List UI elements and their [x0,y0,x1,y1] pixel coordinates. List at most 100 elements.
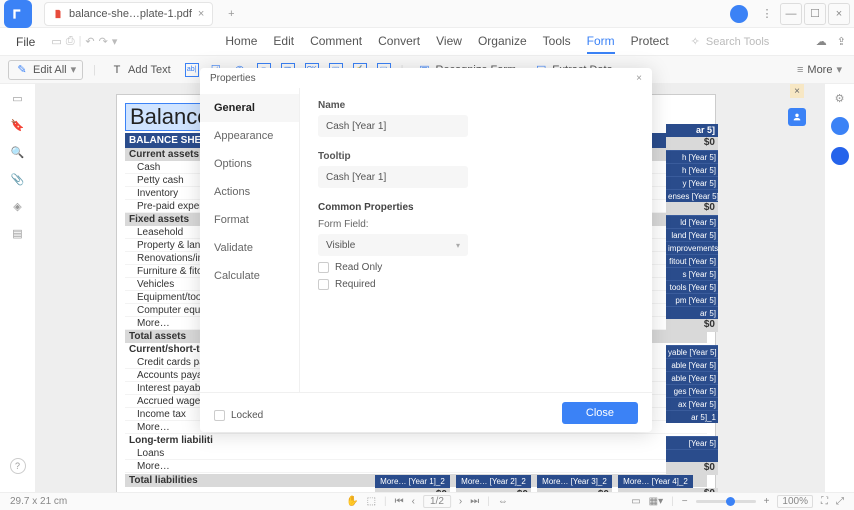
dialog-title: Properties [210,73,256,84]
next-page-icon[interactable]: › [459,496,462,507]
zoom-level[interactable]: 100% [777,495,813,508]
add-tab-button[interactable]: + [221,4,241,24]
right-sidebar: ⚙ [824,84,854,492]
settings-icon[interactable]: ⚙ [835,92,845,105]
close-window-button[interactable]: × [828,3,850,25]
prev-page-icon[interactable]: ‹ [412,496,415,507]
read-only-checkbox[interactable]: Read Only [318,262,634,273]
tab-protect[interactable]: Protect [631,30,669,54]
file-menu[interactable]: File [8,35,43,49]
locked-checkbox[interactable]: Locked [214,410,263,421]
search-tools[interactable]: ✧ Search Tools [691,35,770,48]
tab-comment[interactable]: Comment [310,30,362,54]
minimize-button[interactable]: — [780,3,802,25]
section-long-liab: Long-term liabiliti [125,434,707,447]
tab-tools[interactable]: Tools [543,30,571,54]
ai-icon[interactable] [831,117,849,135]
close-tab-icon[interactable]: × [198,8,204,20]
maximize-button[interactable]: ☐ [804,3,826,25]
prop-tab-actions[interactable]: Actions [200,178,299,206]
chevron-down-icon: ▾ [836,63,842,76]
hamburger-icon: ≡ [797,64,803,76]
more-fields-row: More… [Year 1]_2 More… [Year 2]_2 More… … [375,475,693,488]
menu-tabs: Home Edit Comment Convert View Organize … [225,30,668,54]
text-icon: T [110,63,124,77]
pencil-icon: ✎ [15,63,29,77]
layers-icon[interactable]: ◈ [13,200,21,213]
last-page-icon[interactable]: ⏭ [470,496,479,507]
prop-tab-general[interactable]: General [200,94,299,122]
dialog-close-icon[interactable]: × [636,73,642,84]
alert-close-icon[interactable]: × [790,84,804,98]
tab-edit[interactable]: Edit [273,30,294,54]
zoom-slider[interactable] [696,500,756,503]
visibility-select[interactable]: Visible ▾ [318,234,468,256]
fields-icon[interactable]: ▤ [12,227,22,240]
save-icon[interactable]: ▭ [51,35,61,48]
more-button[interactable]: ≡ More ▾ [793,61,846,78]
bookmark-icon[interactable]: 🔖 [11,119,25,132]
name-input[interactable]: Cash [Year 1] [318,115,468,137]
app-logo [4,0,32,28]
fit-width-icon[interactable]: ⇔ [498,496,508,507]
add-text-button[interactable]: T Add Text [106,61,175,79]
thumbnails-icon[interactable]: ▭ [12,92,22,105]
help-icon[interactable]: ? [10,458,26,474]
left-sidebar: ▭ 🔖 🔍 📎 ◈ ▤ ? [0,84,36,492]
tab-organize[interactable]: Organize [478,30,527,54]
hand-tool-icon[interactable]: ✋ [346,496,358,507]
edit-all-button[interactable]: ✎ Edit All ▾ [8,60,83,80]
page-indicator[interactable]: 1/2 [423,495,451,508]
chevron-down-icon[interactable]: ▾ [112,35,118,48]
menu-bar: File ▭ ⎙ | ↶ ↷ ▾ Home Edit Comment Conve… [0,28,854,56]
select-tool-icon[interactable]: ⬚ [367,496,376,507]
tab-title: balance-she…plate-1.pdf [69,8,192,20]
properties-dialog: Properties × General Appearance Options … [200,68,652,432]
search-placeholder: Search Tools [706,36,769,48]
status-bar: 29.7 x 21 cm ✋ ⬚ | ⏮ ‹ 1/2 › ⏭ | ⇔ ▭ ▦▾ … [0,492,854,510]
tab-view[interactable]: View [436,30,462,54]
tooltip-input[interactable]: Cash [Year 1] [318,166,468,188]
chevron-down-icon: ▾ [456,241,460,250]
name-label: Name [318,100,634,111]
upload-icon[interactable]: ⇪ [837,35,846,48]
cloud-icon[interactable]: ☁ [816,35,827,48]
document-tab[interactable]: balance-she…plate-1.pdf × [44,2,213,26]
chevron-down-icon: ▾ [71,63,77,76]
prop-tab-validate[interactable]: Validate [200,234,299,262]
prop-tab-appearance[interactable]: Appearance [200,122,299,150]
tab-convert[interactable]: Convert [378,30,420,54]
title-bar: balance-she…plate-1.pdf × + ⋮ — ☐ × [0,0,854,28]
tooltip-label: Tooltip [318,151,634,162]
page-dimensions: 29.7 x 21 cm [10,496,67,507]
view-mode-icon[interactable]: ▭ [631,496,640,507]
form-field-label: Form Field: [318,219,634,230]
undo-icon[interactable]: ↶ [85,35,94,48]
prop-tab-calculate[interactable]: Calculate [200,262,299,290]
close-button[interactable]: Close [562,402,638,424]
first-page-icon[interactable]: ⏮ [395,496,404,507]
year5-column: ar 5] $0 h [Year 5] h [Year 5] y [Year 5… [666,124,718,492]
properties-tabs: General Appearance Options Actions Forma… [200,88,300,392]
wand-icon: ✧ [691,35,700,48]
person-icon[interactable] [788,108,806,126]
zoom-out-icon[interactable]: − [682,496,688,507]
zoom-in-icon[interactable]: + [764,496,770,507]
redo-icon[interactable]: ↷ [99,35,108,48]
user-avatar[interactable] [730,5,748,23]
prop-tab-format[interactable]: Format [200,206,299,234]
layout-icon[interactable]: ▦▾ [649,496,663,507]
common-properties-label: Common Properties [318,202,634,213]
assistant-icon[interactable] [831,147,849,165]
required-checkbox[interactable]: Required [318,279,634,290]
tab-form[interactable]: Form [587,30,615,54]
kebab-icon[interactable]: ⋮ [756,3,778,25]
print-icon[interactable]: ⎙ [66,35,75,48]
fit-page-icon[interactable]: ⛶ [821,496,828,507]
attachment-icon[interactable]: 📎 [11,173,25,186]
textfield-icon[interactable]: ab| [185,63,199,77]
fullscreen-icon[interactable]: ⤢ [836,496,844,507]
search-icon[interactable]: 🔍 [11,146,25,159]
prop-tab-options[interactable]: Options [200,150,299,178]
tab-home[interactable]: Home [225,30,257,54]
